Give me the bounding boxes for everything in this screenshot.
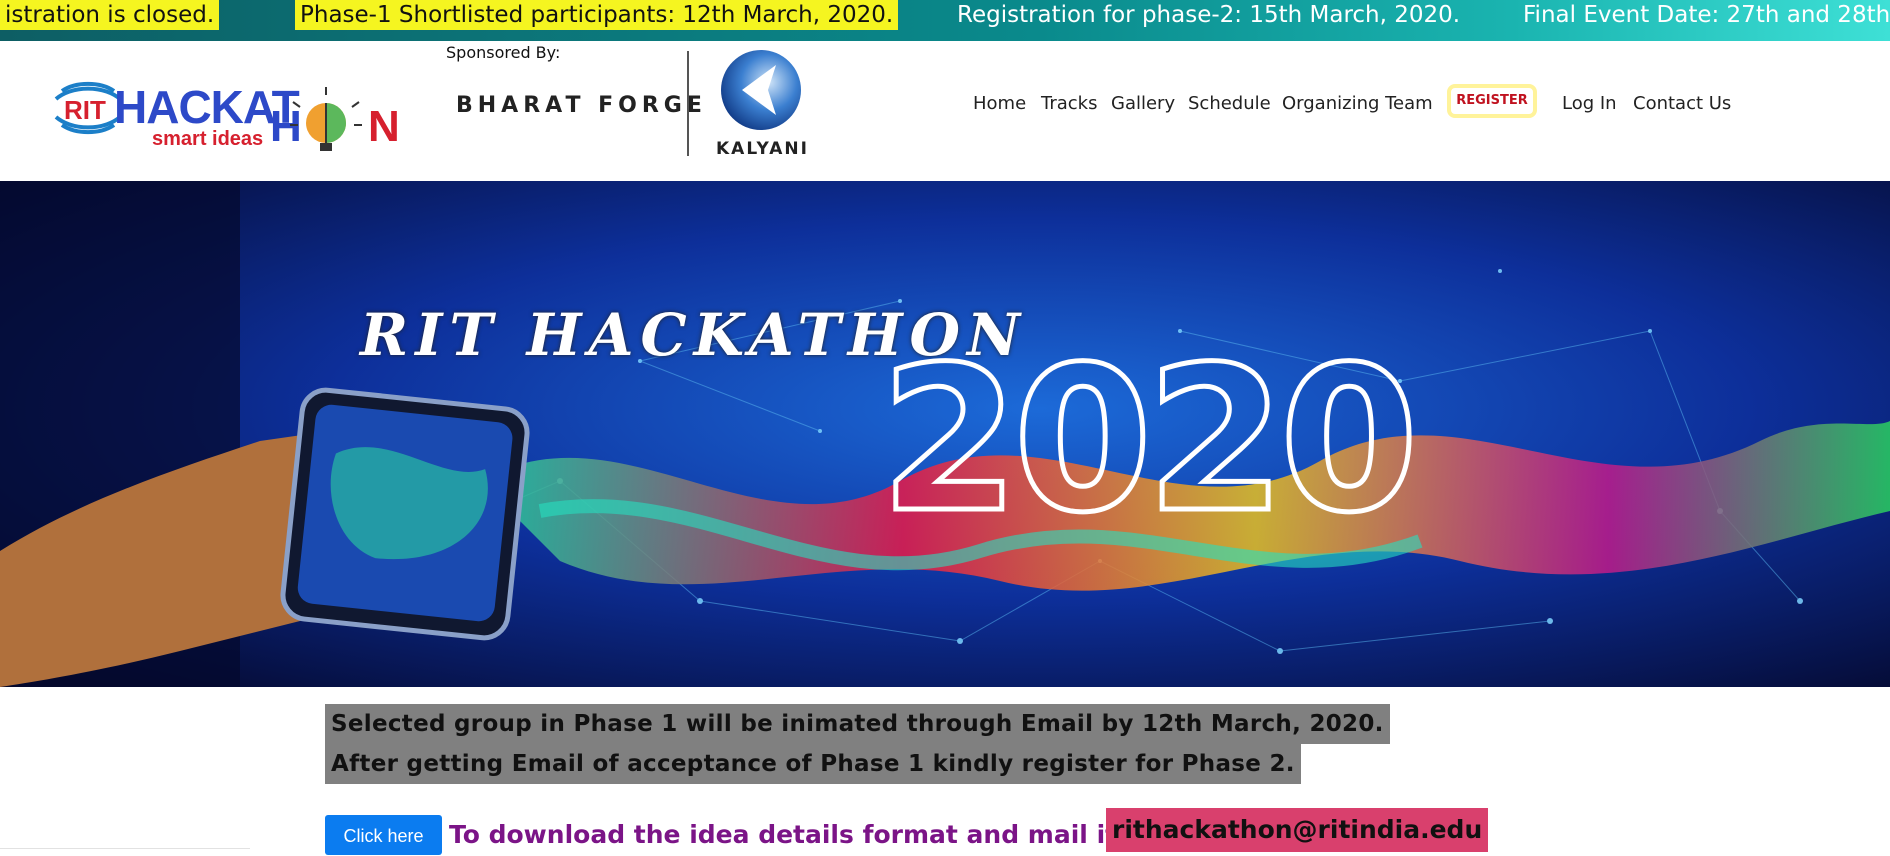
nav-home[interactable]: Home <box>973 89 1026 119</box>
sponsor-label: Sponsored By: <box>446 43 561 62</box>
nav-tracks[interactable]: Tracks <box>1041 89 1097 119</box>
phase1-notice: Selected group in Phase 1 will be inimat… <box>325 704 1390 744</box>
nav-login[interactable]: Log In <box>1562 89 1617 119</box>
sponsor-divider <box>687 51 689 156</box>
logo-rit-text: RIT <box>64 95 106 125</box>
nav-register-button[interactable]: REGISTER <box>1447 84 1537 118</box>
contact-email-link[interactable]: rithackathon@ritindia.edu <box>1106 808 1489 852</box>
hero-year: 2020 <box>878 324 1422 557</box>
nav-organizing-team[interactable]: Organizing Team <box>1282 89 1433 119</box>
ticker-item: Final Event Date: 27th and 28th M <box>1523 2 1890 28</box>
download-format-button[interactable]: Click here <box>325 815 442 855</box>
announcement-ticker: istration is closed. Phase-1 Shortlisted… <box>0 0 1890 41</box>
ticker-item: Phase-1 Shortlisted participants: 12th M… <box>295 0 899 30</box>
logo-tagline: smart ideas <box>152 128 263 150</box>
ticker-item: Registration for phase-2: 15th March, 20… <box>957 2 1461 28</box>
svg-text:H: H <box>270 102 302 151</box>
ticker-item: istration is closed. <box>0 0 220 30</box>
phase2-notice: After getting Email of acceptance of Pha… <box>325 744 1301 784</box>
nav-gallery[interactable]: Gallery <box>1111 89 1175 119</box>
nav-schedule[interactable]: Schedule <box>1188 89 1271 119</box>
download-instruction: To download the idea details format and … <box>449 820 1161 849</box>
nav-contact-us[interactable]: Contact Us <box>1633 89 1731 119</box>
rit-hackathon-logo[interactable]: RIT HACKAT H N smart ideas <box>48 57 400 157</box>
hero-banner: RIT HACKATHON 2020 <box>0 181 1890 687</box>
bharat-forge-logo: BHARAT FORGE <box>456 93 707 118</box>
site-header: RIT HACKAT H N smart ideas Sponsored By:… <box>0 41 1890 181</box>
svg-text:N: N <box>368 102 398 151</box>
main-content: Selected group in Phase 1 will be inimat… <box>0 687 1890 855</box>
divider <box>0 848 250 849</box>
kalyani-logo-icon <box>718 47 804 133</box>
kalyani-label: KALYANI <box>716 139 809 159</box>
